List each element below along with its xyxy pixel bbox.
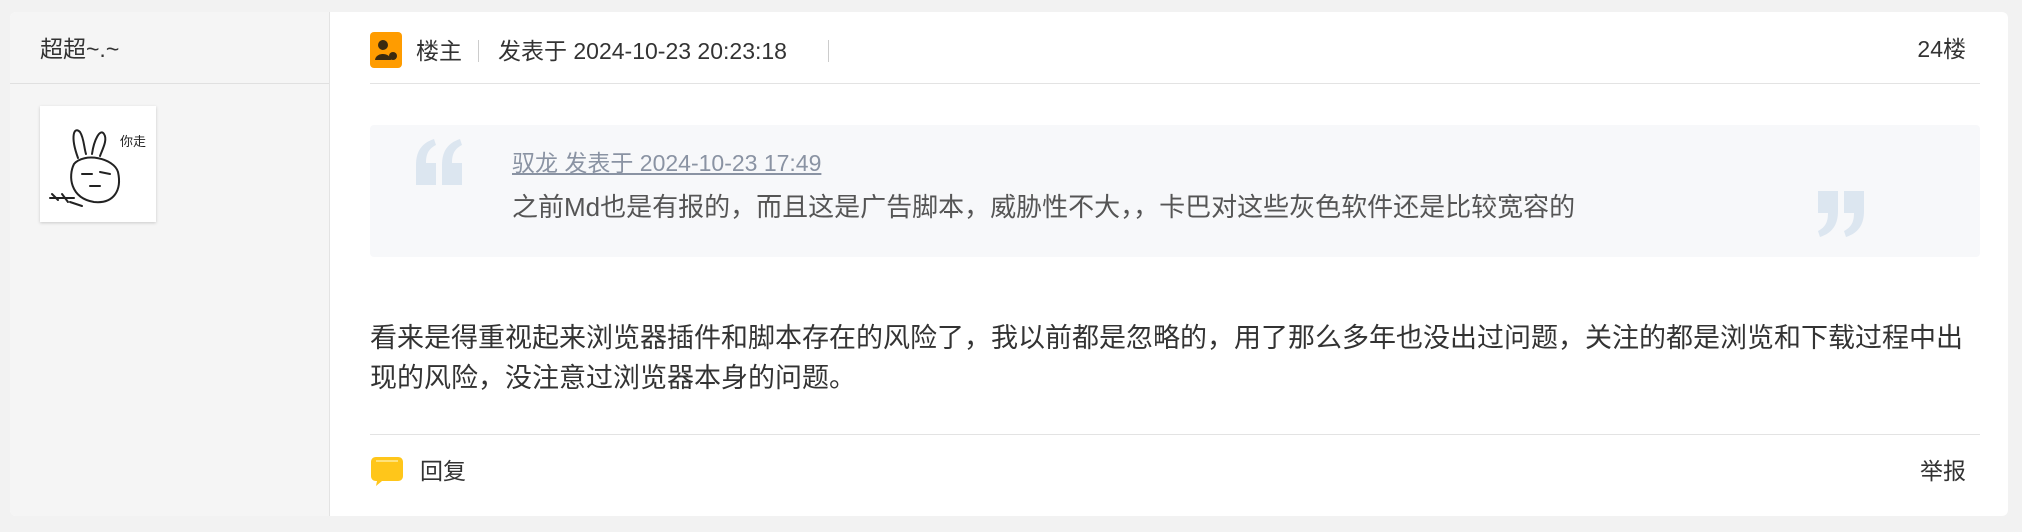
owner-label: 楼主	[416, 38, 462, 64]
floor-number[interactable]: 24楼	[1917, 34, 1966, 64]
close-quote-icon	[1818, 191, 1864, 237]
header-divider	[370, 83, 1980, 84]
header-separator	[478, 40, 479, 62]
quote-source-link[interactable]: 驭龙 发表于 2024-10-23 17:49	[512, 148, 821, 178]
report-link[interactable]: 举报	[1920, 456, 1966, 486]
post-main: 楼主 发表于 2024-10-23 20:23:18 24楼 驭龙 发表于 20…	[370, 12, 1980, 516]
quote-text: 之前Md也是有报的，而且这是广告脚本，威胁性不大，，卡巴对这些灰色软件还是比较宽…	[512, 192, 1576, 222]
reply-label: 回复	[420, 458, 466, 484]
avatar[interactable]: 你走	[40, 106, 156, 222]
sidebar-divider	[10, 83, 329, 84]
user-badge-icon	[370, 32, 402, 68]
header-separator	[828, 40, 829, 62]
post-body-text: 看来是得重视起来浏览器插件和脚本存在的风险了，我以前都是忽略的，用了那么多年也没…	[370, 323, 1963, 393]
author-name[interactable]: 超超~.~	[40, 34, 119, 64]
open-quote-icon	[416, 139, 462, 185]
post-card: 超超~.~ 你走 楼主 发表于 2024-10-23 20:23:18 24楼 …	[10, 12, 2008, 516]
post-time: 发表于 2024-10-23 20:23:18	[498, 38, 787, 64]
avatar-caption: 你走	[120, 135, 146, 150]
speech-bubble-icon	[371, 457, 403, 486]
post-header: 楼主 发表于 2024-10-23 20:23:18 24楼	[370, 32, 1980, 68]
quote-block: 驭龙 发表于 2024-10-23 17:49 之前Md也是有报的，而且这是广告…	[370, 125, 1980, 257]
footer-divider	[370, 434, 1980, 435]
doodle-rabbit-avatar-icon: 你走	[49, 129, 146, 207]
author-sidebar: 超超~.~ 你走	[10, 12, 330, 516]
